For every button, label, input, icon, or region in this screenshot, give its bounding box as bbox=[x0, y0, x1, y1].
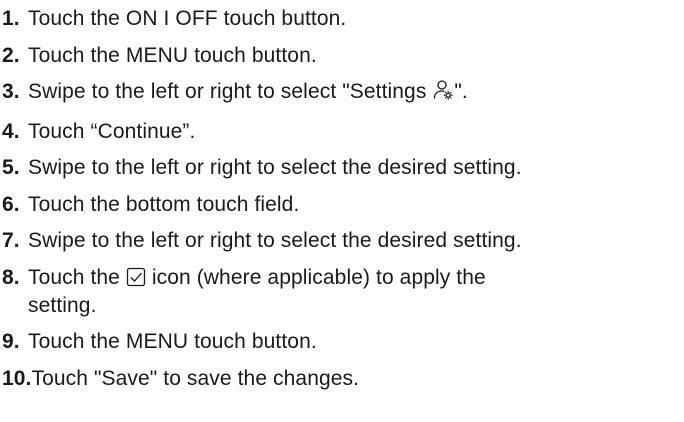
step-number: 1. bbox=[2, 7, 20, 30]
step-10: 10. Touch "Save" to save the changes. bbox=[2, 366, 684, 391]
step-text: Swipe to the left or right to select "Se… bbox=[28, 79, 684, 107]
step-3: 3. Swipe to the left or right to select … bbox=[2, 79, 684, 107]
step-number: 10. bbox=[2, 366, 32, 390]
step-text: Touch the bottom touch field. bbox=[28, 192, 300, 216]
step-1: 1. Touch the ON I OFF touch button. bbox=[2, 6, 684, 31]
step-9: 9. Touch the MENU touch button. bbox=[2, 329, 684, 354]
step-text: Swipe to the left or right to select the… bbox=[28, 229, 522, 252]
step-text: Touch the MENU touch button. bbox=[28, 330, 317, 353]
step-number: 9. bbox=[2, 330, 20, 353]
step-number: 3. bbox=[2, 80, 20, 103]
step-text: Touch the MENU touch button. bbox=[28, 43, 317, 67]
step-text-before: Touch the bbox=[28, 265, 126, 289]
step-text: Touch the ON I OFF touch button. bbox=[28, 7, 347, 30]
step-text: Swipe to the left or right to select the… bbox=[28, 156, 522, 179]
step-number: 2. bbox=[2, 43, 20, 67]
step-text-before: Swipe to the left or right to select "Se… bbox=[28, 80, 433, 103]
step-4: 4. Touch “Continue”. bbox=[2, 119, 684, 144]
step-5: 5. Swipe to the left or right to select … bbox=[2, 155, 684, 180]
step-number: 8. bbox=[2, 265, 20, 289]
step-number: 4. bbox=[2, 119, 20, 143]
step-text: Touch the icon (where applicable) to app… bbox=[28, 265, 548, 318]
step-text: Touch “Continue”. bbox=[28, 119, 196, 143]
step-6: 6. Touch the bottom touch field. bbox=[2, 192, 684, 217]
step-text: Touch "Save" to save the changes. bbox=[31, 366, 360, 390]
step-8: 8. Touch the icon (where applicable) to … bbox=[2, 265, 684, 318]
step-number: 5. bbox=[2, 156, 20, 179]
checkbox-icon bbox=[126, 267, 146, 293]
instruction-list: 1. Touch the ON I OFF touch button. 2. T… bbox=[0, 0, 684, 391]
step-text-after: ". bbox=[454, 80, 468, 103]
step-2: 2. Touch the MENU touch button. bbox=[2, 43, 684, 68]
settings-icon bbox=[432, 79, 454, 107]
step-7: 7. Swipe to the left or right to select … bbox=[2, 228, 684, 253]
step-number: 7. bbox=[2, 229, 20, 252]
step-number: 6. bbox=[2, 192, 20, 216]
